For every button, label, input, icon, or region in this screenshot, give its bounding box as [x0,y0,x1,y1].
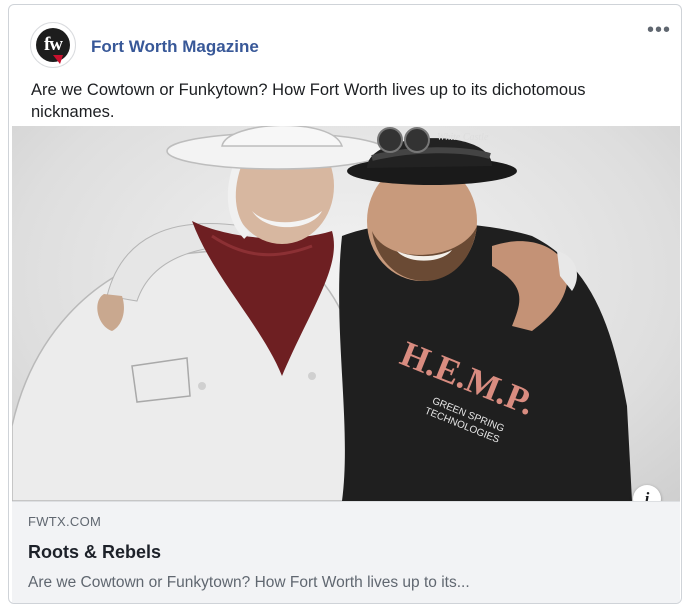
post-card: fw Fort Worth Magazine ••• Are we Cowtow… [8,4,682,604]
photo-illustration: White Castle H.E.M.P. GREEN SPRING TECHN… [12,126,632,501]
page-name-link[interactable]: Fort Worth Magazine [91,37,259,57]
link-title[interactable]: Roots & Rebels [28,542,161,563]
link-domain: FWTX.COM [28,514,102,529]
link-description: Are we Cowtown or Funkytown? How Fort Wo… [28,574,470,591]
post-photo[interactable]: White Castle H.E.M.P. GREEN SPRING TECHN… [12,126,680,501]
logo-tail-icon [53,55,63,64]
post-header: fw Fort Worth Magazine ••• [9,5,681,68]
post-text: Are we Cowtown or Funkytown? How Fort Wo… [31,81,586,121]
hat-band-text: White Castle [437,132,489,143]
more-options-icon[interactable]: ••• [647,20,671,40]
link-preview[interactable]: FWTX.COM Roots & Rebels Are we Cowtown o… [12,501,680,603]
page-avatar[interactable]: fw [30,22,76,68]
